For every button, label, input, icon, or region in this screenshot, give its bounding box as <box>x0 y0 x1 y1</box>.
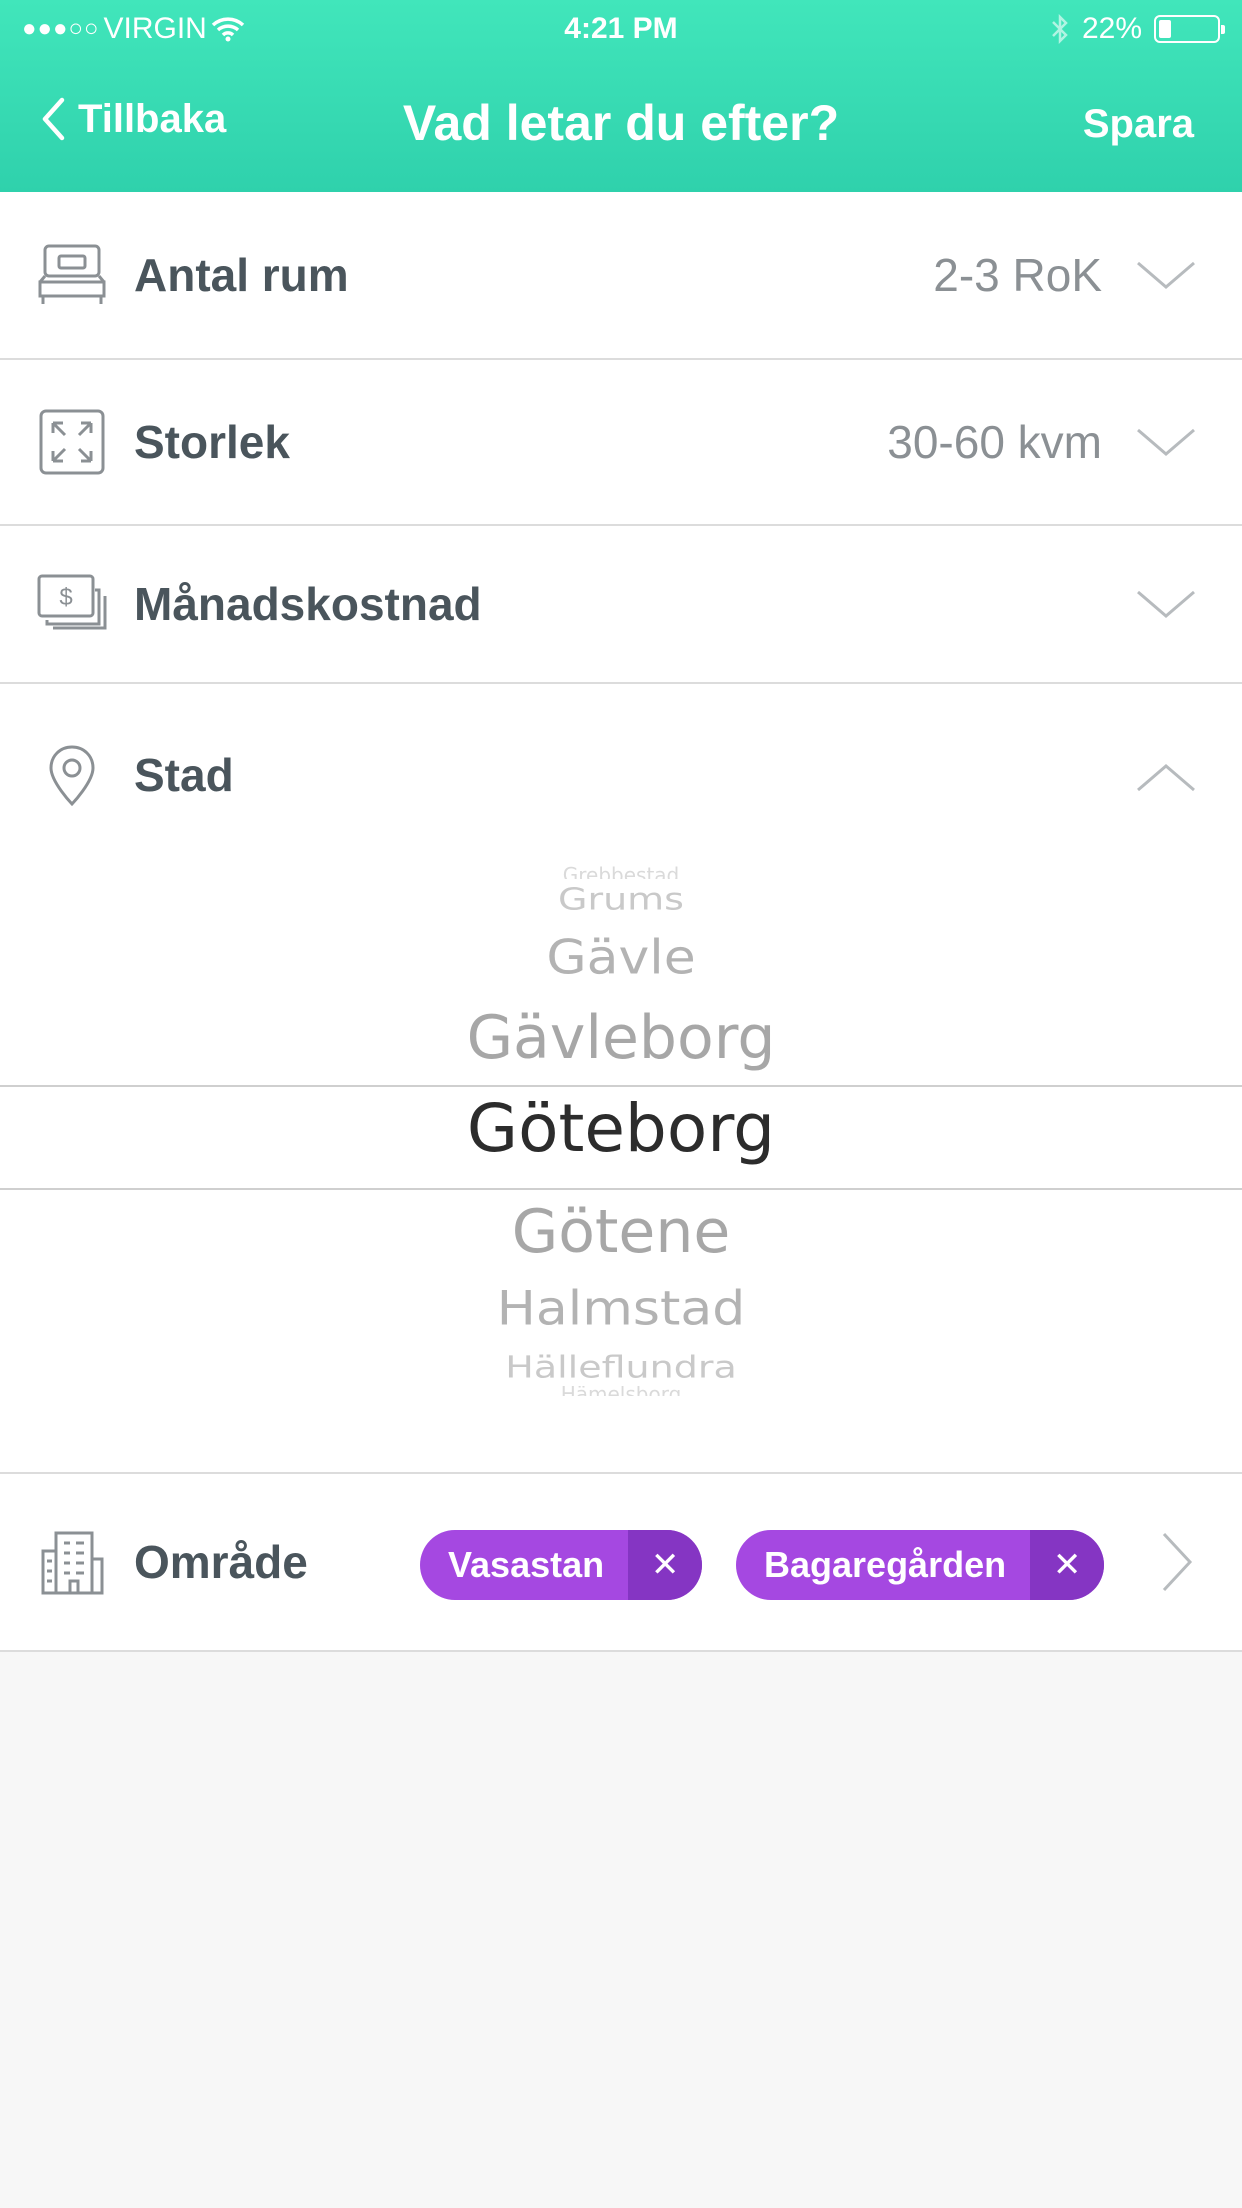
expand-icon <box>36 406 108 478</box>
bed-icon <box>36 239 108 311</box>
picker-option[interactable]: Gävleborg <box>0 1003 1242 1073</box>
close-icon[interactable]: ✕ <box>1030 1530 1105 1600</box>
rooms-value: 2-3 RoK <box>933 249 1102 301</box>
tag-label: Vasastan <box>448 1544 605 1585</box>
building-icon <box>36 1526 108 1598</box>
picker-option[interactable]: Halmstad <box>0 1282 1242 1336</box>
size-row[interactable]: Storlek 30-60 kvm <box>0 360 1242 526</box>
size-label: Storlek <box>134 416 290 468</box>
chevron-down-icon[interactable] <box>1134 422 1198 462</box>
picker-option[interactable]: Hämelsborg <box>0 1386 1242 1396</box>
tag-label: Bagaregården <box>764 1544 1007 1585</box>
chevron-up-icon[interactable] <box>1134 758 1198 798</box>
battery-icon <box>1154 15 1225 43</box>
picker-option[interactable]: Götene <box>0 1197 1242 1267</box>
header-bar: ●●●○○ VIRGIN 4:21 PM 22% Tillbaka Vad le <box>0 0 1242 192</box>
rooms-row[interactable]: Antal rum 2-3 RoK <box>0 192 1242 360</box>
battery-percent: 22% <box>1081 12 1142 45</box>
status-right: 22% <box>1050 12 1225 46</box>
bluetooth-icon <box>1052 14 1068 44</box>
picker-top-line <box>0 1085 1242 1087</box>
picker-option[interactable]: Hälleflundra <box>0 1349 1242 1384</box>
city-picker[interactable]: Grebbestad Grums Gävle Gävleborg Götebor… <box>0 855 1242 1415</box>
location-pin-icon <box>36 740 108 812</box>
chevron-down-icon[interactable] <box>1134 255 1198 295</box>
close-icon[interactable]: ✕ <box>628 1530 703 1600</box>
status-bar: ●●●○○ VIRGIN 4:21 PM 22% <box>0 0 1242 58</box>
city-label: Stad <box>134 749 234 801</box>
picker-selected-option[interactable]: Göteborg <box>0 1090 1242 1167</box>
chevron-right-icon[interactable] <box>1156 1530 1196 1594</box>
picker-bottom-line <box>0 1188 1242 1190</box>
svg-text:$: $ <box>59 584 72 611</box>
picker-option[interactable]: Grebbestad <box>0 863 1242 879</box>
cost-row[interactable]: $ Månadskostnad <box>0 526 1242 684</box>
chevron-down-icon[interactable] <box>1134 584 1198 624</box>
area-tag-bagaregarden[interactable]: Bagaregården ✕ <box>736 1530 1105 1600</box>
cost-label: Månadskostnad <box>134 578 482 630</box>
area-label: Område <box>134 1536 308 1588</box>
save-button[interactable]: Spara <box>1083 102 1194 147</box>
area-tag-vasastan[interactable]: Vasastan ✕ <box>420 1530 703 1600</box>
nav-bar: Tillbaka Vad letar du efter? Spara <box>0 58 1242 192</box>
rooms-label: Antal rum <box>134 249 349 301</box>
picker-option[interactable]: Grums <box>0 881 1242 916</box>
picker-option[interactable]: Gävle <box>0 931 1242 985</box>
money-icon: $ <box>36 568 108 640</box>
page-title: Vad letar du efter? <box>402 95 840 151</box>
size-value: 30-60 kvm <box>887 416 1102 468</box>
